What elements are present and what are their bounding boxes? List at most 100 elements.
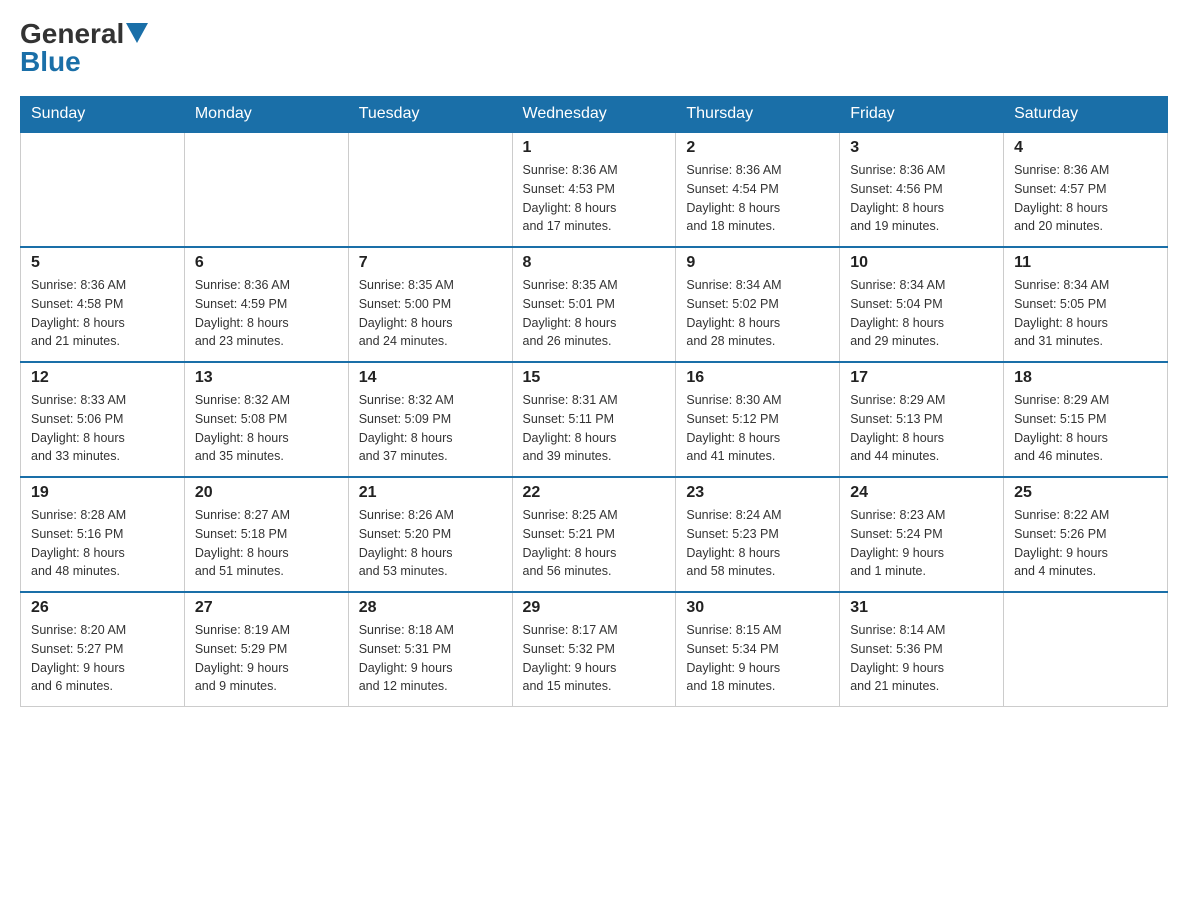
day-info: Sunrise: 8:29 AM Sunset: 5:15 PM Dayligh… [1014, 391, 1157, 466]
day-number: 11 [1014, 254, 1157, 272]
day-info: Sunrise: 8:36 AM Sunset: 4:57 PM Dayligh… [1014, 161, 1157, 236]
calendar-cell: 10Sunrise: 8:34 AM Sunset: 5:04 PM Dayli… [840, 247, 1004, 362]
calendar-cell: 16Sunrise: 8:30 AM Sunset: 5:12 PM Dayli… [676, 362, 840, 477]
calendar-cell: 29Sunrise: 8:17 AM Sunset: 5:32 PM Dayli… [512, 592, 676, 707]
logo-arrow-icon [126, 23, 148, 43]
day-number: 12 [31, 369, 174, 387]
header-cell-friday: Friday [840, 97, 1004, 133]
day-info: Sunrise: 8:17 AM Sunset: 5:32 PM Dayligh… [523, 621, 666, 696]
day-info: Sunrise: 8:29 AM Sunset: 5:13 PM Dayligh… [850, 391, 993, 466]
day-info: Sunrise: 8:19 AM Sunset: 5:29 PM Dayligh… [195, 621, 338, 696]
day-info: Sunrise: 8:34 AM Sunset: 5:04 PM Dayligh… [850, 276, 993, 351]
calendar-cell: 17 Sunrise: 8:29 AM Sunset: 5:13 PM Dayli… [840, 362, 1004, 477]
day-info: Sunrise: 8:25 AM Sunset: 5:21 PM Dayligh… [523, 506, 666, 581]
day-info: Sunrise: 8:20 AM Sunset: 5:27 PM Dayligh… [31, 621, 174, 696]
calendar-cell: 19 Sunrise: 8:28 AM Sunset: 5:16 PM Dayli… [21, 477, 185, 592]
day-info: Sunrise: 8:26 AM Sunset: 5:20 PM Dayligh… [359, 506, 502, 581]
day-info: Sunrise: 8:34 AM Sunset: 5:02 PM Dayligh… [686, 276, 829, 351]
calendar-cell: 11 Sunrise: 8:34 AM Sunset: 5:05 PM Dayli… [1004, 247, 1168, 362]
day-number: 17 [850, 369, 993, 387]
calendar-week-1: 1 Sunrise: 8:36 AM Sunset: 4:53 PM Daylig… [21, 132, 1168, 247]
day-number: 16 [686, 369, 829, 387]
calendar-cell: 15Sunrise: 8:31 AM Sunset: 5:11 PM Dayli… [512, 362, 676, 477]
header-cell-tuesday: Tuesday [348, 97, 512, 133]
header-cell-wednesday: Wednesday [512, 97, 676, 133]
day-info: Sunrise: 8:15 AM Sunset: 5:34 PM Dayligh… [686, 621, 829, 696]
calendar-cell: 25 Sunrise: 8:22 AM Sunset: 5:26 PM Dayli… [1004, 477, 1168, 592]
day-info: Sunrise: 8:23 AM Sunset: 5:24 PM Dayligh… [850, 506, 993, 581]
day-number: 9 [686, 254, 829, 272]
calendar-cell: 26 Sunrise: 8:20 AM Sunset: 5:27 PM Dayli… [21, 592, 185, 707]
calendar-cell: 27Sunrise: 8:19 AM Sunset: 5:29 PM Dayli… [184, 592, 348, 707]
day-number: 21 [359, 484, 502, 502]
calendar-cell: 20Sunrise: 8:27 AM Sunset: 5:18 PM Dayli… [184, 477, 348, 592]
day-number: 1 [523, 139, 666, 157]
calendar-cell: 18 Sunrise: 8:29 AM Sunset: 5:15 PM Dayli… [1004, 362, 1168, 477]
day-info: Sunrise: 8:36 AM Sunset: 4:53 PM Dayligh… [523, 161, 666, 236]
calendar-week-5: 26 Sunrise: 8:20 AM Sunset: 5:27 PM Dayli… [21, 592, 1168, 707]
calendar-week-3: 12 Sunrise: 8:33 AM Sunset: 5:06 PM Dayli… [21, 362, 1168, 477]
day-number: 25 [1014, 484, 1157, 502]
day-number: 13 [195, 369, 338, 387]
header-row: SundayMondayTuesdayWednesdayThursdayFrid… [21, 97, 1168, 133]
day-info: Sunrise: 8:36 AM Sunset: 4:59 PM Dayligh… [195, 276, 338, 351]
calendar-cell: 8Sunrise: 8:35 AM Sunset: 5:01 PM Daylig… [512, 247, 676, 362]
day-number: 23 [686, 484, 829, 502]
day-number: 8 [523, 254, 666, 272]
page-header: General Blue [20, 20, 1168, 76]
day-number: 22 [523, 484, 666, 502]
calendar-cell: 30 Sunrise: 8:15 AM Sunset: 5:34 PM Dayli… [676, 592, 840, 707]
calendar-week-2: 5 Sunrise: 8:36 AM Sunset: 4:58 PM Daylig… [21, 247, 1168, 362]
calendar-cell: 12 Sunrise: 8:33 AM Sunset: 5:06 PM Dayli… [21, 362, 185, 477]
calendar-cell: 22 Sunrise: 8:25 AM Sunset: 5:21 PM Dayli… [512, 477, 676, 592]
calendar-header: SundayMondayTuesdayWednesdayThursdayFrid… [21, 97, 1168, 133]
day-number: 5 [31, 254, 174, 272]
calendar-cell: 9 Sunrise: 8:34 AM Sunset: 5:02 PM Daylig… [676, 247, 840, 362]
logo-blue: Blue [20, 46, 81, 77]
header-cell-thursday: Thursday [676, 97, 840, 133]
day-number: 6 [195, 254, 338, 272]
day-info: Sunrise: 8:24 AM Sunset: 5:23 PM Dayligh… [686, 506, 829, 581]
logo: General Blue [20, 20, 148, 76]
day-info: Sunrise: 8:32 AM Sunset: 5:09 PM Dayligh… [359, 391, 502, 466]
day-info: Sunrise: 8:32 AM Sunset: 5:08 PM Dayligh… [195, 391, 338, 466]
day-number: 19 [31, 484, 174, 502]
day-number: 14 [359, 369, 502, 387]
calendar-cell: 1 Sunrise: 8:36 AM Sunset: 4:53 PM Daylig… [512, 132, 676, 247]
day-number: 26 [31, 599, 174, 617]
calendar-table: SundayMondayTuesdayWednesdayThursdayFrid… [20, 96, 1168, 707]
day-number: 2 [686, 139, 829, 157]
day-number: 7 [359, 254, 502, 272]
day-info: Sunrise: 8:35 AM Sunset: 5:00 PM Dayligh… [359, 276, 502, 351]
day-number: 24 [850, 484, 993, 502]
calendar-week-4: 19 Sunrise: 8:28 AM Sunset: 5:16 PM Dayli… [21, 477, 1168, 592]
day-number: 3 [850, 139, 993, 157]
day-info: Sunrise: 8:31 AM Sunset: 5:11 PM Dayligh… [523, 391, 666, 466]
day-number: 18 [1014, 369, 1157, 387]
calendar-cell [184, 132, 348, 247]
header-cell-sunday: Sunday [21, 97, 185, 133]
calendar-cell: 3Sunrise: 8:36 AM Sunset: 4:56 PM Daylig… [840, 132, 1004, 247]
calendar-cell: 6 Sunrise: 8:36 AM Sunset: 4:59 PM Daylig… [184, 247, 348, 362]
calendar-cell: 13 Sunrise: 8:32 AM Sunset: 5:08 PM Dayli… [184, 362, 348, 477]
calendar-body: 1 Sunrise: 8:36 AM Sunset: 4:53 PM Daylig… [21, 132, 1168, 707]
calendar-cell: 23 Sunrise: 8:24 AM Sunset: 5:23 PM Dayli… [676, 477, 840, 592]
day-info: Sunrise: 8:14 AM Sunset: 5:36 PM Dayligh… [850, 621, 993, 696]
day-info: Sunrise: 8:22 AM Sunset: 5:26 PM Dayligh… [1014, 506, 1157, 581]
day-info: Sunrise: 8:36 AM Sunset: 4:54 PM Dayligh… [686, 161, 829, 236]
day-info: Sunrise: 8:28 AM Sunset: 5:16 PM Dayligh… [31, 506, 174, 581]
day-number: 28 [359, 599, 502, 617]
day-number: 30 [686, 599, 829, 617]
calendar-cell: 4Sunrise: 8:36 AM Sunset: 4:57 PM Daylig… [1004, 132, 1168, 247]
day-info: Sunrise: 8:36 AM Sunset: 4:58 PM Dayligh… [31, 276, 174, 351]
calendar-cell [21, 132, 185, 247]
calendar-cell: 24 Sunrise: 8:23 AM Sunset: 5:24 PM Dayli… [840, 477, 1004, 592]
calendar-cell: 14 Sunrise: 8:32 AM Sunset: 5:09 PM Dayli… [348, 362, 512, 477]
day-info: Sunrise: 8:34 AM Sunset: 5:05 PM Dayligh… [1014, 276, 1157, 351]
calendar-cell [348, 132, 512, 247]
calendar-cell: 7 Sunrise: 8:35 AM Sunset: 5:00 PM Daylig… [348, 247, 512, 362]
calendar-cell: 31Sunrise: 8:14 AM Sunset: 5:36 PM Dayli… [840, 592, 1004, 707]
day-info: Sunrise: 8:33 AM Sunset: 5:06 PM Dayligh… [31, 391, 174, 466]
calendar-cell [1004, 592, 1168, 707]
header-cell-saturday: Saturday [1004, 97, 1168, 133]
